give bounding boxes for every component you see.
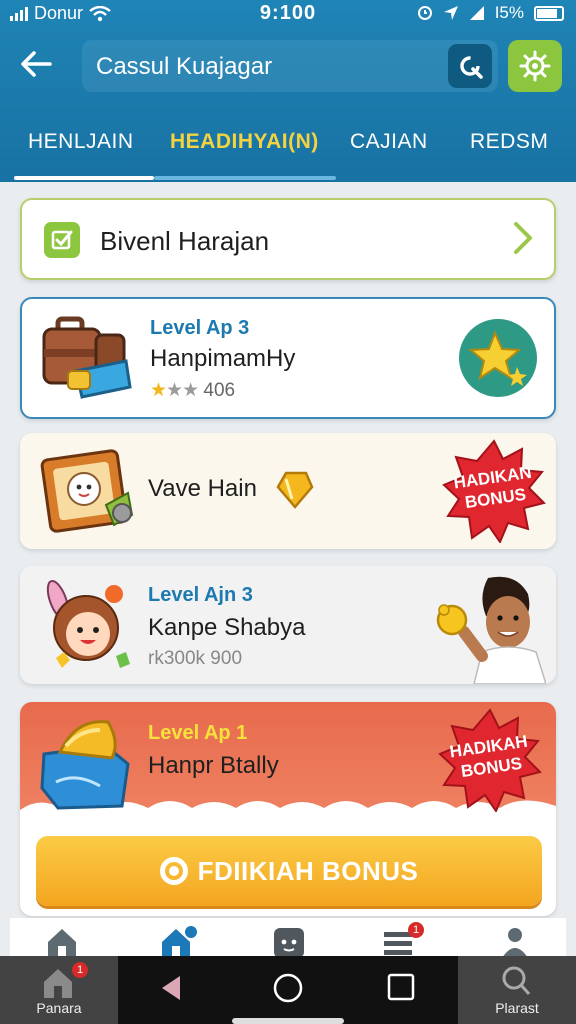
item-subtitle: rk300k 900: [148, 648, 243, 669]
suitcase-icon: [42, 316, 132, 399]
search-button[interactable]: [448, 44, 492, 88]
arrow-left-icon: [21, 51, 52, 77]
star-reward-button[interactable]: [459, 319, 537, 397]
status-bar: Donur 9:100 I5%: [0, 0, 576, 28]
home-nav-icon[interactable]: [272, 972, 304, 1004]
tab-bar: HENLJAIN HEADIHYAI(N) CAJIAN REDSM: [0, 120, 576, 182]
search-icon: [460, 56, 483, 79]
banner-title: Bivenl Harajan: [100, 226, 270, 256]
system-right-label: Plarast: [495, 1000, 539, 1016]
system-nav-bar: 1 Panara Plarast: [0, 956, 576, 1024]
claim-bonus-button[interactable]: FDIIKIAH BONUS: [36, 836, 542, 906]
system-search-app[interactable]: Plarast: [458, 956, 576, 1024]
target-icon: [159, 857, 188, 885]
item-name: Kanpe Shabya: [148, 614, 306, 641]
home-active-icon[interactable]: [158, 924, 198, 958]
system-left-label: Panara: [36, 1000, 82, 1016]
location-icon: [443, 6, 458, 20]
item-name: HanpimamHy: [150, 345, 296, 372]
system-home-app[interactable]: 1 Panara: [0, 956, 118, 1024]
chat-icon[interactable]: [272, 924, 306, 958]
gear-icon: [519, 50, 551, 82]
list-nav-item[interactable]: 1: [382, 922, 426, 958]
claim-bonus-label: FDIIKIAH BONUS: [197, 855, 419, 886]
star-icon: [468, 330, 527, 386]
search-bar[interactable]: Cassul Kuajagar: [82, 40, 498, 92]
bottom-nav: 1: [10, 918, 566, 958]
item-name: Vave Hain: [148, 475, 257, 502]
bonus-badge: HADIKAH BONUS: [438, 708, 542, 814]
tab-indicator: [14, 176, 154, 180]
tab-headihyain[interactable]: HEADIHYAI(N): [170, 130, 319, 154]
notification-badge: 1: [408, 922, 424, 938]
item-level: Level Ap 1: [148, 722, 248, 744]
home-indicator: [232, 1018, 344, 1024]
tab-underline: [154, 176, 336, 180]
item-level: Level Ajn 3: [148, 584, 253, 606]
back-button[interactable]: [18, 46, 58, 86]
tab-cajian[interactable]: CAJIAN: [350, 130, 428, 154]
notification-badge: 1: [72, 962, 88, 978]
battery-icon: [534, 5, 564, 21]
alarm-icon: [417, 6, 432, 20]
item-rating: ★★★ 406: [150, 379, 235, 402]
battery-percent: I5%: [494, 3, 524, 22]
reward-card[interactable]: Level Ap 3 HanpimamHy ★★★ 406: [20, 297, 556, 419]
rating-value: 406: [203, 380, 236, 401]
scroll-frame-icon: [40, 449, 134, 533]
recents-nav-icon[interactable]: [386, 972, 416, 1002]
chevron-right-icon: [510, 218, 536, 267]
settings-button[interactable]: [508, 40, 562, 92]
banner-card[interactable]: Bivenl Harajan: [20, 198, 556, 280]
tab-redsm[interactable]: REDSM: [470, 130, 548, 154]
search-icon: [502, 966, 531, 995]
character-icon: [46, 580, 130, 668]
profile-icon[interactable]: [498, 924, 532, 958]
item-level: Level Ap 3: [150, 317, 250, 339]
boy-with-coin-icon: [436, 576, 546, 684]
reward-card[interactable]: Vave Hain HADIKAN BONUS: [20, 433, 556, 549]
home-icon[interactable]: [44, 924, 80, 958]
gem-icon: [276, 471, 314, 509]
status-right: I5%: [417, 3, 564, 23]
checkbox-icon: [44, 222, 80, 258]
cell-signal-icon: [469, 6, 484, 20]
back-nav-icon[interactable]: [156, 972, 188, 1004]
reward-card[interactable]: Level Ajn 3 Kanpe Shabya rk300k 900: [20, 566, 556, 684]
treasure-box-icon: [40, 720, 130, 810]
bonus-badge: HADIKAN BONUS: [442, 439, 546, 545]
rating-stars-icon: ★★★: [150, 380, 199, 401]
tab-henljain[interactable]: HENLJAIN: [28, 130, 134, 154]
item-name: Hanpr Btally: [148, 752, 279, 779]
app-header: Donur 9:100 I5% Cassul Kuajagar HENLJAIN…: [0, 0, 576, 182]
search-text: Cassul Kuajagar: [96, 53, 273, 80]
